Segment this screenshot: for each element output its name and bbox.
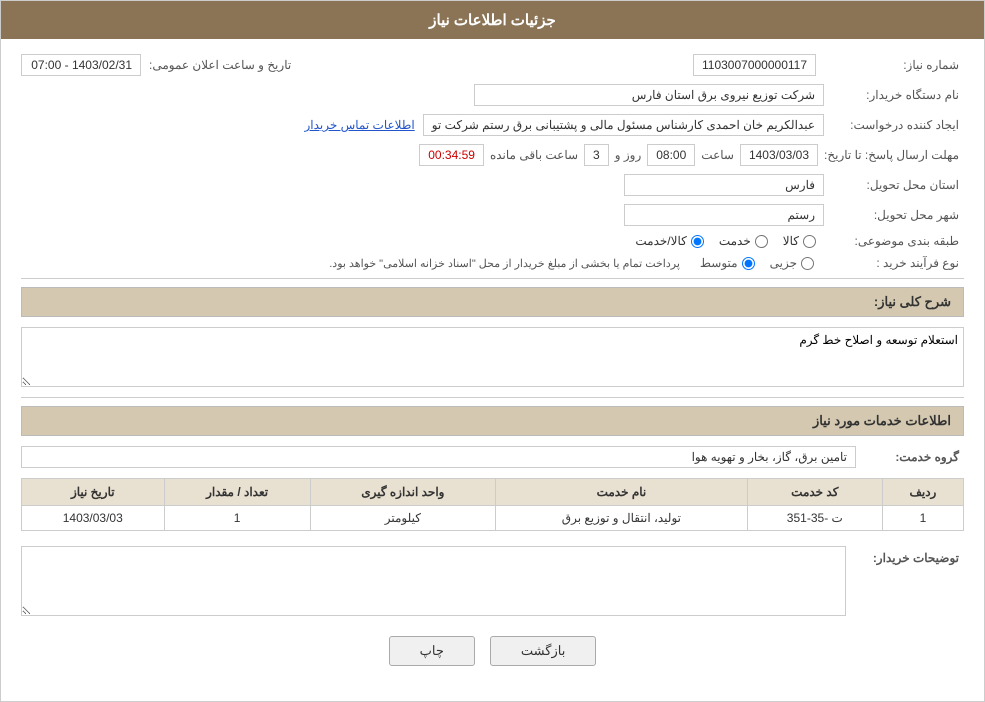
mohlat-baqi-label: ساعت باقی مانده	[490, 148, 578, 162]
noe-farayand-jozi-label: جزیی	[770, 256, 797, 270]
tabaqe-radio-khedmat[interactable]	[755, 235, 768, 248]
noe-farayand-radio-motevaset[interactable]	[742, 257, 755, 270]
shomara-niaz-label: شماره نیاز:	[824, 58, 964, 72]
mohlat-countdown: 00:34:59	[419, 144, 484, 166]
table-header-row: ردیف کد خدمت نام خدمت واحد اندازه گیری ت…	[22, 479, 964, 506]
sharh-section-header: شرح کلی نیاز:	[21, 287, 964, 317]
tabaqe-row: طبقه بندی موضوعی: کالا خدمت کالا/خدمت	[21, 234, 964, 248]
mohlat-rooz: 3	[584, 144, 609, 166]
ijad-row: ایجاد کننده درخواست: عبدالکریم خان احمدی…	[21, 114, 964, 136]
tabaqe-radio-group: کالا خدمت کالا/خدمت	[635, 234, 816, 248]
mohlat-rooz-label: روز و	[615, 148, 642, 162]
services-table: ردیف کد خدمت نام خدمت واحد اندازه گیری ت…	[21, 478, 964, 531]
tarikh-value: 1403/02/31 - 07:00	[21, 54, 141, 76]
ijad-value: عبدالکریم خان احمدی کارشناس مسئول مالی و…	[423, 114, 824, 136]
col-tarikh: تاریخ نیاز	[22, 479, 165, 506]
ijad-label: ایجاد کننده درخواست:	[824, 118, 964, 132]
nam-dastgah-value: شرکت توزیع نیروی برق استان فارس	[474, 84, 824, 106]
col-vahed: واحد اندازه گیری	[310, 479, 495, 506]
tabaqe-option-kala[interactable]: کالا	[783, 234, 816, 248]
table-cell: 1403/03/03	[22, 506, 165, 531]
services-section-header: اطلاعات خدمات مورد نیاز	[21, 406, 964, 436]
group-khedmat-label: گروه خدمت:	[864, 450, 964, 464]
shahr-label: شهر محل تحویل:	[824, 208, 964, 222]
tabaqe-radio-kala-label: کالا	[783, 234, 799, 248]
nam-dastgah-label: نام دستگاه خریدار:	[824, 88, 964, 102]
ostan-row: استان محل تحویل: فارس	[21, 174, 964, 196]
mohlat-saat: 08:00	[647, 144, 695, 166]
page-container: جزئیات اطلاعات نیاز شماره نیاز: 11030070…	[0, 0, 985, 702]
noe-farayand-label: نوع فرآیند خرید :	[824, 256, 964, 270]
mohlat-date: 1403/03/03	[740, 144, 818, 166]
tabaqe-radio-kala[interactable]	[803, 235, 816, 248]
button-row: بازگشت چاپ	[21, 636, 964, 666]
group-khedmat-value: تامین برق، گاز، بخار و تهویه هوا	[21, 446, 856, 468]
divider-1	[21, 278, 964, 279]
group-khedmat-row: گروه خدمت: تامین برق، گاز، بخار و تهویه …	[21, 446, 964, 468]
ijad-link[interactable]: اطلاعات تماس خریدار	[304, 118, 414, 132]
shahr-row: شهر محل تحویل: رستم	[21, 204, 964, 226]
noe-farayand-row: نوع فرآیند خرید : جزیی متوسط پرداخت تمام…	[21, 256, 964, 270]
table-cell: کیلومتر	[310, 506, 495, 531]
table-row: 1ت -35-351تولید، انتقال و توزیع برقکیلوم…	[22, 506, 964, 531]
noe-farayand-radio-group: جزیی متوسط	[700, 256, 814, 270]
tozih-label: توضیحات خریدار:	[854, 551, 964, 565]
divider-2	[21, 397, 964, 398]
noe-farayand-note: پرداخت تمام یا بخشی از مبلغ خریدار از مح…	[329, 257, 680, 270]
col-kod: کد خدمت	[747, 479, 882, 506]
table-cell: تولید، انتقال و توزیع برق	[496, 506, 748, 531]
sharh-textarea[interactable]: استعلام توسعه و اصلاح خط گرم	[21, 327, 964, 387]
table-cell: 1	[164, 506, 310, 531]
tarikh-group: تاریخ و ساعت اعلان عمومی: 1403/02/31 - 0…	[21, 54, 296, 76]
col-nam: نام خدمت	[496, 479, 748, 506]
tabaqe-label: طبقه بندی موضوعی:	[824, 234, 964, 248]
mohlat-row: مهلت ارسال پاسخ: تا تاریخ: 1403/03/03 سا…	[21, 144, 964, 166]
back-button[interactable]: بازگشت	[490, 636, 596, 666]
table-cell: 1	[882, 506, 963, 531]
table-cell: ت -35-351	[747, 506, 882, 531]
nam-dastgah-row: نام دستگاه خریدار: شرکت توزیع نیروی برق …	[21, 84, 964, 106]
shomara-niaz-group: شماره نیاز: 1103007000000117	[693, 54, 964, 76]
shomara-niaz-value: 1103007000000117	[693, 54, 816, 76]
noe-farayand-radio-jozi[interactable]	[801, 257, 814, 270]
tarikh-label: تاریخ و ساعت اعلان عمومی:	[149, 58, 296, 72]
tabaqe-radio-khedmat-label: خدمت	[719, 234, 751, 248]
noe-farayand-jozi[interactable]: جزیی	[770, 256, 814, 270]
tabaqe-option-kala-khedmat[interactable]: کالا/خدمت	[635, 234, 703, 248]
shahr-value: رستم	[624, 204, 824, 226]
tabaqe-option-khedmat[interactable]: خدمت	[719, 234, 768, 248]
noe-farayand-motevaset[interactable]: متوسط	[700, 256, 755, 270]
content: شماره نیاز: 1103007000000117 تاریخ و ساع…	[1, 39, 984, 701]
print-button[interactable]: چاپ	[389, 636, 475, 666]
mohlat-saat-label: ساعت	[701, 148, 734, 162]
top-info-row: شماره نیاز: 1103007000000117 تاریخ و ساع…	[21, 54, 964, 76]
tabaqe-radio-kala-khedmat[interactable]	[691, 235, 704, 248]
col-tedad: تعداد / مقدار	[164, 479, 310, 506]
col-radif: ردیف	[882, 479, 963, 506]
sharh-row: استعلام توسعه و اصلاح خط گرم	[21, 327, 964, 387]
page-title: جزئیات اطلاعات نیاز	[429, 12, 556, 29]
ostan-label: استان محل تحویل:	[824, 178, 964, 192]
mohlat-label: مهلت ارسال پاسخ: تا تاریخ:	[824, 148, 964, 162]
tozih-textarea[interactable]	[21, 546, 846, 616]
tabaqe-radio-kala-khedmat-label: کالا/خدمت	[635, 234, 686, 248]
ostan-value: فارس	[624, 174, 824, 196]
tozih-row: توضیحات خریدار:	[21, 546, 964, 616]
page-header: جزئیات اطلاعات نیاز	[1, 1, 984, 39]
noe-farayand-motevaset-label: متوسط	[700, 256, 738, 270]
